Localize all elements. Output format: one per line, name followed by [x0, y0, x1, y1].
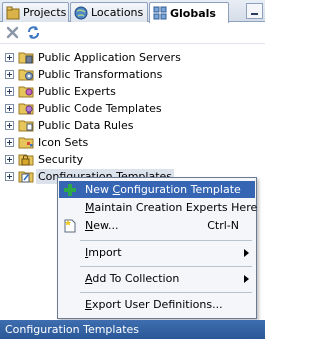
menu-item-label: Maintain Creation Experts Here — [85, 201, 258, 214]
folder-iconsets-icon — [18, 137, 34, 149]
menu-item-shortcut: Ctrl-N — [207, 219, 239, 232]
plus-icon — [64, 183, 76, 196]
menu-item-label: Export User Definitions... — [85, 298, 223, 311]
menu-separator — [80, 266, 252, 267]
expand-icon[interactable] — [5, 154, 14, 164]
new-icon — [64, 219, 76, 232]
tab-label: Locations — [91, 6, 144, 19]
tree-item-label: Public Transformations — [38, 67, 163, 81]
tree-item-label: Public Application Servers — [38, 50, 181, 64]
globals-icon — [153, 6, 167, 20]
folder-server-icon — [18, 52, 34, 64]
config-templates-icon — [18, 171, 34, 183]
expand-icon[interactable] — [5, 120, 14, 130]
folder-rules-icon — [18, 120, 34, 132]
submenu-arrow-icon — [244, 274, 249, 283]
tree-item-public-code-templates[interactable]: Public Code Templates — [5, 100, 162, 116]
tree-item-label: Public Code Templates — [38, 101, 162, 115]
submenu-arrow-icon — [244, 248, 249, 257]
menu-item-export-user-definitions[interactable]: Export User Definitions... — [59, 296, 255, 313]
expand-icon[interactable] — [5, 171, 14, 181]
expand-icon[interactable] — [5, 69, 14, 79]
menu-separator — [80, 292, 252, 293]
minimize-icon — [251, 12, 258, 15]
refresh-icon — [28, 26, 39, 39]
tree-item-label: Security — [38, 152, 84, 166]
minimize-button[interactable] — [246, 3, 263, 19]
tab-globals[interactable]: Globals — [149, 2, 229, 23]
menu-item-add-to-collection[interactable]: Add To Collection — [59, 270, 255, 287]
refresh-button[interactable] — [25, 24, 42, 41]
tab-projects[interactable]: Projects — [2, 2, 69, 22]
folder-experts-icon — [18, 86, 34, 98]
folder-transform-icon — [18, 69, 34, 81]
menu-item-label: New... — [85, 219, 119, 232]
expand-icon[interactable] — [5, 137, 14, 147]
expand-icon[interactable] — [5, 52, 14, 62]
menu-item-import[interactable]: Import — [59, 244, 255, 261]
tab-label: Globals — [170, 6, 216, 20]
menu-item-new-configuration-template[interactable]: New Configuration Template — [59, 181, 255, 198]
projects-icon — [6, 6, 20, 19]
menu-item-maintain-creation-experts[interactable]: Maintain Creation Experts Here — [59, 199, 258, 216]
menu-item-label: Add To Collection — [85, 272, 180, 285]
locations-icon — [74, 6, 88, 19]
tree-item-icon-sets[interactable]: Icon Sets — [5, 134, 88, 150]
tree-item-label: Icon Sets — [38, 135, 89, 149]
expand-icon[interactable] — [5, 103, 14, 113]
tab-locations[interactable]: Locations — [70, 2, 148, 22]
delete-button[interactable] — [4, 24, 21, 41]
security-icon — [18, 154, 34, 166]
tab-label: Projects — [23, 6, 67, 19]
tree-item-label: Public Data Rules — [38, 118, 134, 132]
tree-item-public-transformations[interactable]: Public Transformations — [5, 66, 162, 82]
toolbar — [0, 22, 265, 44]
tree-item-public-data-rules[interactable]: Public Data Rules — [5, 117, 134, 133]
status-bar: Configuration Templates — [0, 320, 265, 339]
tree-item-label: Public Experts — [38, 84, 116, 98]
menu-item-label: Import — [85, 246, 122, 259]
delete-icon — [6, 26, 19, 39]
menu-item-label: New Configuration Template — [85, 183, 241, 196]
tree-item-public-application-servers[interactable]: Public Application Servers — [5, 49, 181, 65]
menu-separator — [80, 240, 252, 241]
tab-bar: Projects Locations Globals — [0, 0, 265, 23]
folder-code-icon — [18, 103, 34, 115]
expand-icon[interactable] — [5, 86, 14, 96]
context-menu: New Configuration Template Maintain Crea… — [57, 177, 257, 319]
status-text: Configuration Templates — [5, 323, 140, 336]
tree-item-public-experts[interactable]: Public Experts — [5, 83, 116, 99]
menu-item-new[interactable]: New... Ctrl-N — [59, 217, 255, 234]
tree-item-security[interactable]: Security — [5, 151, 83, 167]
